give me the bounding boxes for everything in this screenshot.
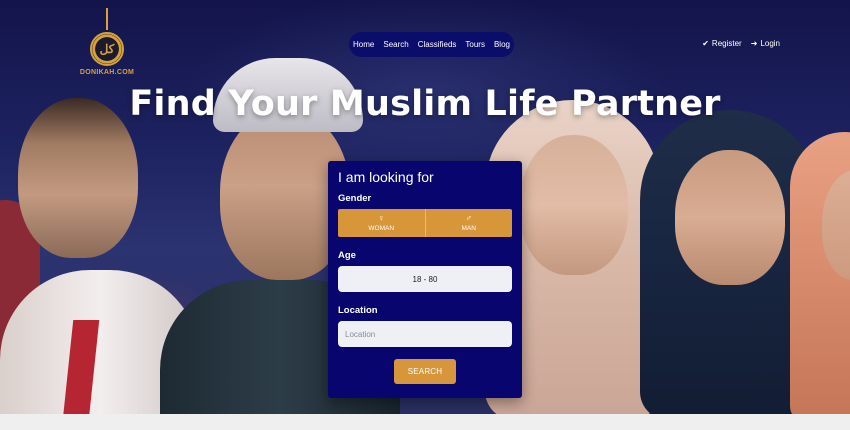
gender-option-label: WOMAN [368, 225, 395, 232]
main-nav: Home Search Classifieds Tours Blog [349, 32, 514, 57]
logo-lantern-chain [106, 8, 108, 30]
gender-selector: ♀ WOMAN ♂ MAN [338, 209, 512, 237]
register-link[interactable]: ✔ Register [702, 39, 742, 48]
nav-home[interactable]: Home [353, 40, 374, 49]
location-input[interactable] [338, 321, 512, 347]
photo-face [675, 150, 785, 285]
hero-section: كل DONIKAH.COM Home Search Classifieds T… [0, 0, 850, 414]
gender-option-man[interactable]: ♂ MAN [424, 209, 513, 237]
male-icon: ♂ [465, 213, 473, 223]
logo-text: DONIKAH.COM [79, 69, 135, 76]
nav-blog[interactable]: Blog [494, 40, 510, 49]
login-link[interactable]: ➜ Login [751, 39, 780, 48]
nav-tours[interactable]: Tours [465, 40, 485, 49]
female-icon: ♀ [377, 213, 385, 223]
sign-in-icon: ➜ [750, 39, 758, 48]
gender-label: Gender [338, 193, 372, 204]
logo-emblem-icon: كل [90, 32, 124, 66]
age-range-field[interactable]: 18 - 80 [338, 266, 512, 292]
check-circle-icon: ✔ [702, 39, 709, 48]
login-label: Login [760, 39, 780, 48]
site-logo[interactable]: كل DONIKAH.COM [80, 8, 135, 80]
hero-headline: Find Your Muslim Life Partner [129, 84, 721, 124]
search-panel-title: I am looking for [338, 169, 434, 185]
register-label: Register [711, 39, 742, 48]
auth-links: ✔ Register ➜ Login [702, 39, 780, 48]
gender-option-label: MAN [461, 225, 476, 232]
gender-option-woman[interactable]: ♀ WOMAN [338, 209, 425, 237]
nav-search[interactable]: Search [383, 40, 408, 49]
nav-classifieds[interactable]: Classifieds [418, 40, 457, 49]
age-label: Age [338, 250, 356, 261]
search-panel: I am looking for Gender ♀ WOMAN ♂ MAN Ag… [328, 161, 522, 398]
location-label: Location [338, 305, 378, 316]
photo-face [520, 135, 628, 275]
page-bottom-strip [0, 414, 850, 430]
search-button[interactable]: SEARCH [394, 359, 456, 384]
